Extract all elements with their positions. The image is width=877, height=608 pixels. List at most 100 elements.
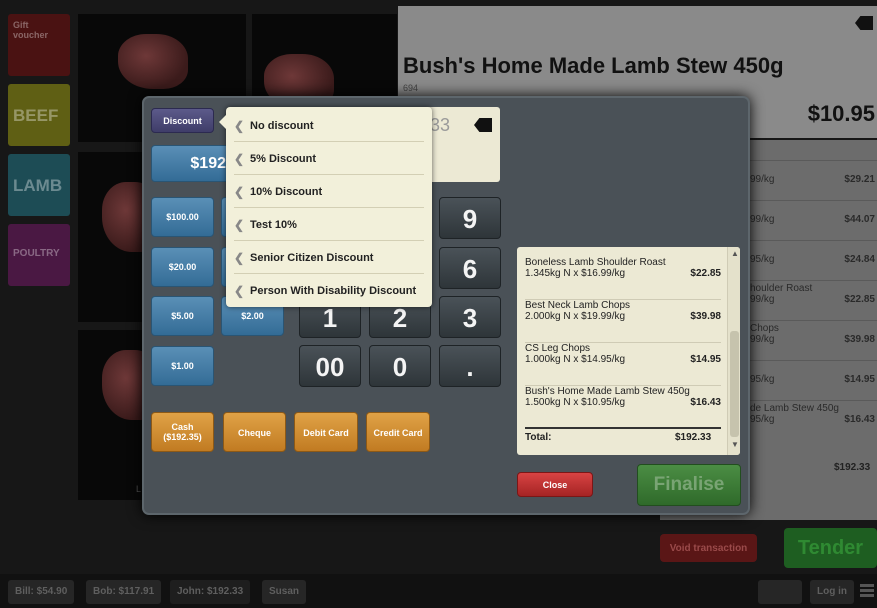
order-line-unit: 99/kg bbox=[750, 334, 775, 345]
key-3[interactable]: 3 bbox=[439, 296, 501, 338]
order-line-price: $16.43 bbox=[844, 414, 875, 425]
quick-amount-1[interactable]: $1.00 bbox=[151, 346, 214, 386]
category-gift-voucher[interactable]: Gift voucher bbox=[8, 14, 70, 76]
tender-button[interactable]: Tender bbox=[784, 528, 877, 568]
order-line-unit: 95/kg bbox=[750, 374, 775, 385]
receipt-item-price: $16.43 bbox=[690, 397, 721, 408]
chevron-left-icon: ❮ bbox=[234, 251, 245, 265]
discount-option-label: Senior Citizen Discount bbox=[250, 252, 374, 264]
discount-option[interactable]: ❮ Test 10% bbox=[234, 208, 424, 241]
pay-debit-card-button[interactable]: Debit Card bbox=[294, 412, 358, 452]
backspace-icon[interactable] bbox=[474, 118, 492, 132]
amount-display: $192 bbox=[151, 145, 231, 182]
pay-cash-button[interactable]: Cash ($192.35) bbox=[151, 412, 214, 452]
key-9[interactable]: 9 bbox=[439, 197, 501, 239]
order-total-value: $192.33 bbox=[834, 462, 871, 473]
product-tile-label: L bbox=[136, 484, 142, 494]
order-line-price: $24.84 bbox=[844, 254, 875, 265]
user-tab-john[interactable]: John: $192.33 bbox=[170, 580, 251, 604]
product-code: 694 bbox=[403, 83, 419, 93]
receipt-total-label: Total: bbox=[525, 432, 552, 443]
receipt-total-value: $192.33 bbox=[675, 432, 712, 443]
quick-amount-100[interactable]: $100.00 bbox=[151, 197, 214, 237]
category-poultry[interactable]: POULTRY bbox=[8, 224, 70, 286]
order-line-name: de Lamb Stew 450g bbox=[750, 403, 839, 414]
discount-option[interactable]: ❮ Person With Disability Discount bbox=[234, 274, 424, 307]
user-tab-bob[interactable]: Bob: $117.91 bbox=[86, 580, 162, 604]
discount-option-label: Test 10% bbox=[250, 219, 297, 231]
pay-credit-card-button[interactable]: Credit Card bbox=[366, 412, 430, 452]
product-price: $10.95 bbox=[807, 101, 875, 126]
order-line-unit: 99/kg bbox=[750, 294, 775, 305]
order-line-unit: 95/kg bbox=[750, 254, 775, 265]
pay-cheque-button[interactable]: Cheque bbox=[223, 412, 286, 452]
amount-input-value: 33 bbox=[430, 115, 451, 135]
product-title: Bush's Home Made Lamb Stew 450g bbox=[403, 53, 784, 78]
receipt-item: Bush's Home Made Lamb Stew 450g 1.500kg N… bbox=[525, 386, 721, 429]
chevron-left-icon: ❮ bbox=[234, 218, 245, 232]
receipt-item-name: Best Neck Lamb Chops bbox=[525, 300, 631, 311]
finalise-button[interactable]: Finalise bbox=[637, 464, 741, 506]
receipt-item-name: Bush's Home Made Lamb Stew 450g bbox=[525, 386, 690, 397]
discount-option[interactable]: ❮ No discount bbox=[234, 109, 424, 142]
user-tab-blank[interactable] bbox=[758, 580, 802, 604]
discount-option[interactable]: ❮ 10% Discount bbox=[234, 175, 424, 208]
close-button[interactable]: Close bbox=[517, 472, 593, 497]
user-tab-susan[interactable]: Susan bbox=[262, 580, 307, 604]
scrollbar-thumb[interactable] bbox=[730, 331, 739, 437]
discount-dropdown: ❮ No discount ❮ 5% Discount ❮ 10% Discount … bbox=[219, 107, 432, 307]
discount-option-label: No discount bbox=[250, 120, 314, 132]
receipt-item: Boneless Lamb Shoulder Roast 1.345kg N x … bbox=[525, 257, 721, 300]
receipt-scrollbar[interactable]: ▲ ▼ bbox=[727, 247, 740, 455]
category-beef[interactable]: BEEF bbox=[8, 84, 70, 146]
chevron-left-icon: ❮ bbox=[234, 185, 245, 199]
receipt-item-qty: 2.000kg N x $19.99/kg bbox=[525, 311, 626, 322]
order-line-unit: 99/kg bbox=[750, 174, 775, 185]
order-line-price: $14.95 bbox=[844, 374, 875, 385]
key-0[interactable]: 0 bbox=[369, 345, 431, 387]
scroll-down-icon[interactable]: ▼ bbox=[731, 440, 739, 449]
receipt-item-name: Boneless Lamb Shoulder Roast bbox=[525, 257, 666, 268]
discount-option-label: 5% Discount bbox=[250, 153, 317, 165]
login-button[interactable]: Log in bbox=[810, 580, 854, 604]
order-line-price: $39.98 bbox=[844, 334, 875, 345]
discount-option-label: 10% Discount bbox=[250, 186, 323, 198]
scroll-up-icon[interactable]: ▲ bbox=[731, 249, 739, 258]
receipt-item-price: $14.95 bbox=[690, 354, 721, 365]
void-transaction-button[interactable]: Void transaction bbox=[660, 534, 757, 562]
chevron-left-icon: ❮ bbox=[234, 119, 245, 133]
quick-amount-5[interactable]: $5.00 bbox=[151, 296, 214, 336]
discount-option[interactable]: ❮ 5% Discount bbox=[234, 142, 424, 175]
chevron-left-icon: ❮ bbox=[234, 284, 245, 298]
key-00[interactable]: 00 bbox=[299, 345, 361, 387]
receipt-item-name: CS Leg Chops bbox=[525, 343, 591, 354]
user-tab-bill[interactable]: Bill: $54.90 bbox=[8, 580, 75, 604]
discount-option[interactable]: ❮ Senior Citizen Discount bbox=[234, 241, 424, 274]
quick-amount-20[interactable]: $20.00 bbox=[151, 247, 214, 287]
receipt-item-price: $22.85 bbox=[690, 268, 721, 279]
chevron-left-icon: ❮ bbox=[234, 152, 245, 166]
key-decimal[interactable]: . bbox=[439, 345, 501, 387]
category-lamb[interactable]: LAMB bbox=[8, 154, 70, 216]
order-line-price: $22.85 bbox=[844, 294, 875, 305]
receipt-panel: Boneless Lamb Shoulder Roast 1.345kg N x … bbox=[517, 247, 740, 455]
receipt-item: Best Neck Lamb Chops 2.000kg N x $19.99/k… bbox=[525, 300, 721, 343]
order-line-unit: 95/kg bbox=[750, 414, 775, 425]
amount-input[interactable]: 33 bbox=[426, 107, 500, 182]
menu-icon[interactable] bbox=[860, 584, 874, 598]
order-line-price: $44.07 bbox=[844, 214, 875, 225]
receipt-item: CS Leg Chops 1.000kg N x $14.95/kg $14.95 bbox=[525, 343, 721, 386]
order-line-name: Chops bbox=[750, 323, 779, 334]
discount-button[interactable]: Discount bbox=[151, 108, 214, 133]
discount-option-label: Person With Disability Discount bbox=[250, 285, 417, 297]
receipt-item-qty: 1.000kg N x $14.95/kg bbox=[525, 354, 626, 365]
order-line-name: houlder Roast bbox=[750, 283, 813, 294]
product-image bbox=[118, 34, 188, 89]
receipt-item-qty: 1.345kg N x $16.99/kg bbox=[525, 268, 626, 279]
order-line-unit: 99/kg bbox=[750, 214, 775, 225]
dropdown-pointer bbox=[219, 115, 226, 129]
receipt-item-qty: 1.500kg N x $10.95/kg bbox=[525, 397, 626, 408]
receipt-item-price: $39.98 bbox=[690, 311, 721, 322]
backspace-icon[interactable] bbox=[855, 16, 873, 30]
key-6[interactable]: 6 bbox=[439, 247, 501, 289]
